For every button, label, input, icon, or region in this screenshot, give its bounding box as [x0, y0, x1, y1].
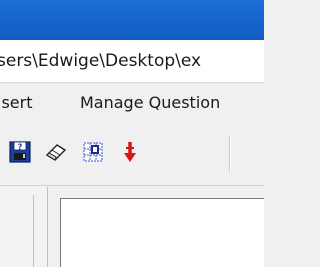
menu-manage-question[interactable]: Manage Question [80, 93, 220, 112]
title-bar[interactable] [0, 0, 264, 40]
svg-text:?: ? [18, 143, 23, 152]
left-panel-divider [14, 195, 34, 267]
eraser-icon [45, 144, 67, 161]
grid-button[interactable] [80, 138, 106, 166]
app-window: sers\Edwige\Desktop\ex isert Manage Ques… [0, 0, 264, 267]
save-icon: ? [9, 141, 31, 163]
grid-icon [83, 142, 103, 162]
left-panel [0, 187, 48, 267]
path-bar: sers\Edwige\Desktop\ex [0, 40, 264, 83]
eraser-button[interactable] [43, 138, 69, 166]
menu-insert[interactable]: isert [0, 93, 32, 112]
workspace [0, 187, 264, 267]
save-button[interactable]: ? [7, 138, 33, 166]
arrow-down-icon [124, 142, 136, 162]
menu-bar: isert Manage Question [0, 84, 264, 122]
move-down-button[interactable] [117, 138, 143, 166]
toolbar-separator [229, 136, 231, 172]
toolbar: ? [0, 122, 264, 186]
file-path-text: sers\Edwige\Desktop\ex [0, 51, 202, 71]
content-frame[interactable] [60, 198, 264, 267]
